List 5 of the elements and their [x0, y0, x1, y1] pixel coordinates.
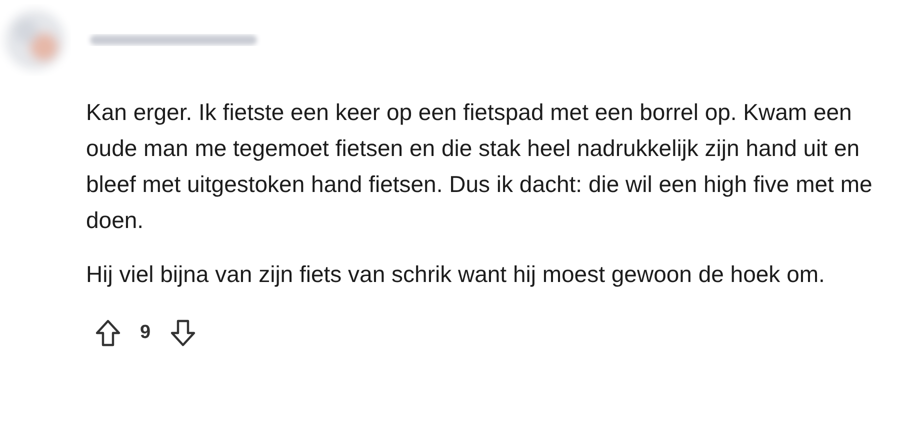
downvote-icon[interactable] — [168, 318, 197, 348]
upvote-icon[interactable] — [94, 318, 122, 348]
comment-text: Hij viel bijna van zijn fiets van schrik want hij moest gewoon de hoek om. — [86, 260, 826, 289]
comment-text: Kan erger. Ik fietste een keer op een fietspad met een borrel op. Kwam een oude man me tegemoet fietsen en die stak heel nadrukkelijk zijn hand uit en bleef met uitgestoken hand fietsen. Dus ik dacht: die wil een high five met me doen. — [86, 98, 874, 235]
vote-count: 9 — [140, 322, 151, 344]
